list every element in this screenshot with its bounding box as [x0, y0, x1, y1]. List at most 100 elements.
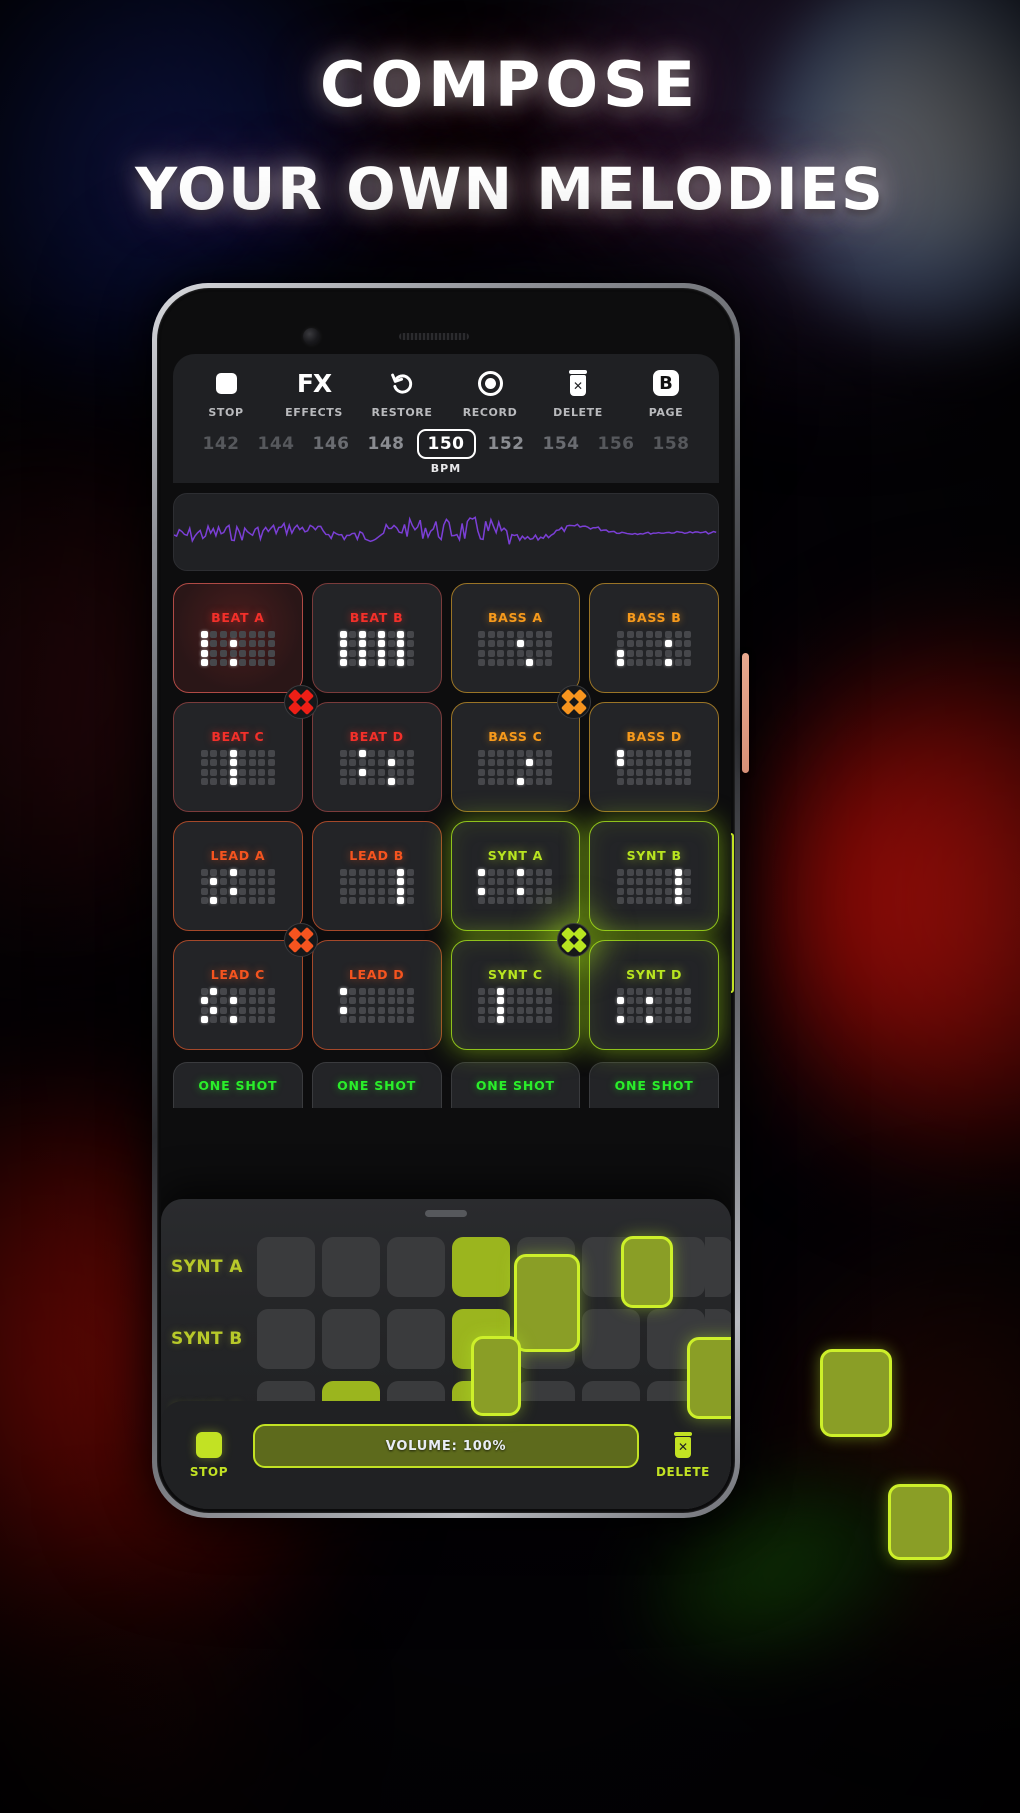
sequencer-cell[interactable] [387, 1309, 445, 1369]
pad-step-dot [497, 630, 505, 638]
one-shot-button-3[interactable]: ONE SHOT [450, 1062, 581, 1108]
pad-step-dot [229, 1016, 237, 1024]
pad-step-dot [210, 640, 218, 648]
power-button[interactable] [742, 653, 749, 773]
pad-bass-a[interactable]: BASS A [450, 583, 581, 693]
pad-step-dot [200, 878, 208, 886]
pad-bass-d[interactable]: BASS D [589, 702, 719, 812]
pad-step-dot [377, 887, 385, 895]
restore-button[interactable]: RESTORE [367, 368, 437, 419]
pad-step-dot [684, 997, 692, 1005]
pad-step-dot [674, 768, 682, 776]
bpm-option-142[interactable]: 142 [197, 432, 246, 456]
sequencer-stop-button[interactable]: STOP [179, 1431, 239, 1479]
pad-step-dot [219, 749, 227, 757]
sheet-drag-handle[interactable] [425, 1210, 467, 1217]
pad-step-dot [219, 640, 227, 648]
delete-button[interactable]: ✕ DELETE [543, 368, 613, 419]
sequencer-cell-partial[interactable] [705, 1237, 731, 1297]
record-button[interactable]: RECORD [455, 368, 525, 419]
pad-step-dot [349, 868, 357, 876]
pad-step-dot [617, 659, 625, 667]
pad-step-dot [248, 878, 256, 886]
pad-synt-d[interactable]: SYNT D [589, 940, 719, 1050]
volume-slider[interactable]: VOLUME: 100% [253, 1424, 639, 1468]
bpm-option-146[interactable]: 146 [307, 432, 356, 456]
synt-link[interactable] [557, 923, 592, 957]
sequencer-cell[interactable] [452, 1237, 510, 1297]
pad-step-dot [368, 749, 376, 757]
pad-step-dot [626, 878, 634, 886]
one-shot-button-4[interactable]: ONE SHOT [589, 1062, 719, 1108]
pad-step-dot [487, 1016, 495, 1024]
bpm-option-154[interactable]: 154 [537, 432, 586, 456]
pad-step-dot [636, 630, 644, 638]
pad-step-dot [626, 630, 634, 638]
pad-step-dot [645, 630, 653, 638]
pad-step-dot [339, 768, 347, 776]
one-shot-button-2[interactable]: ONE SHOT [311, 1062, 442, 1108]
pad-step-dot [239, 868, 247, 876]
sequencer-cell[interactable] [257, 1237, 315, 1297]
pad-step-dot [617, 778, 625, 786]
pad-bass-c[interactable]: BASS C [450, 702, 581, 812]
bpm-option-152[interactable]: 152 [482, 432, 531, 456]
dragged-block[interactable] [471, 1336, 521, 1416]
sequencer-cell[interactable] [257, 1309, 315, 1369]
pad-lead-a[interactable]: LEAD A [173, 821, 303, 931]
pad-lead-c[interactable]: LEAD C [173, 940, 303, 1050]
pad-step-dot [200, 887, 208, 895]
pad-step-dot [267, 868, 275, 876]
pad-synt-a[interactable]: SYNT A [450, 821, 581, 931]
dragged-block-outside[interactable] [888, 1484, 952, 1560]
dragged-block[interactable] [621, 1236, 673, 1308]
pad-beat-a[interactable]: BEAT A [173, 583, 303, 693]
stop-button[interactable]: STOP [191, 368, 261, 419]
pad-step-dot [526, 1016, 534, 1024]
pad-beat-d[interactable]: BEAT D [311, 702, 442, 812]
pad-bass-b[interactable]: BASS B [589, 583, 719, 693]
pad-step-dot [526, 887, 534, 895]
pad-step-dot [617, 649, 625, 657]
pad-step-dot [507, 987, 515, 995]
dragged-block[interactable] [514, 1254, 580, 1352]
pad-step-dot [229, 1006, 237, 1014]
bpm-option-158[interactable]: 158 [647, 432, 696, 456]
bpm-option-148[interactable]: 148 [362, 432, 411, 456]
pad-step-dot [545, 987, 553, 995]
pad-step-dot [387, 1006, 395, 1014]
pad-step-dot [397, 759, 405, 767]
beat-link[interactable] [284, 685, 319, 719]
sequencer-cell[interactable] [387, 1237, 445, 1297]
pad-step-dot [239, 768, 247, 776]
pad-beat-b[interactable]: BEAT B [311, 583, 442, 693]
bpm-option-144[interactable]: 144 [252, 432, 301, 456]
effects-button[interactable]: FX EFFECTS [279, 368, 349, 420]
dragged-block[interactable] [687, 1337, 731, 1419]
sequencer-delete-button[interactable]: ✕ DELETE [653, 1431, 713, 1479]
bpm-selector[interactable]: 142 144 146 148 150 152 154 156 158 [183, 429, 709, 459]
bpm-option-156[interactable]: 156 [592, 432, 641, 456]
pad-step-dot [406, 987, 414, 995]
page-button[interactable]: B PAGE [631, 368, 701, 419]
sequencer-cell[interactable] [322, 1309, 380, 1369]
sequencer-cell[interactable] [322, 1237, 380, 1297]
pad-step-dot [397, 868, 405, 876]
pad-beat-c[interactable]: BEAT C [173, 702, 303, 812]
pad-lead-b[interactable]: LEAD B [311, 821, 442, 931]
pad-synt-c[interactable]: SYNT C [450, 940, 581, 1050]
sequencer-cell[interactable] [582, 1309, 640, 1369]
pad-step-dot [636, 659, 644, 667]
pad-step-dot [636, 987, 644, 995]
pad-step-dot [358, 987, 366, 995]
dragged-block-outside[interactable] [820, 1349, 892, 1437]
bpm-option-150[interactable]: 150 [416, 429, 476, 459]
one-shot-button-1[interactable]: ONE SHOT [173, 1062, 303, 1108]
pad-lead-d[interactable]: LEAD D [311, 940, 442, 1050]
lead-link[interactable] [284, 923, 319, 957]
one-shot-row: ONE SHOT ONE SHOT ONE SHOT ONE SHOT [173, 1062, 719, 1108]
pad-step-dot [626, 897, 634, 905]
pad-step-dot [210, 878, 218, 886]
pad-synt-b[interactable]: SYNT B [589, 821, 719, 931]
bass-link[interactable] [557, 685, 592, 719]
